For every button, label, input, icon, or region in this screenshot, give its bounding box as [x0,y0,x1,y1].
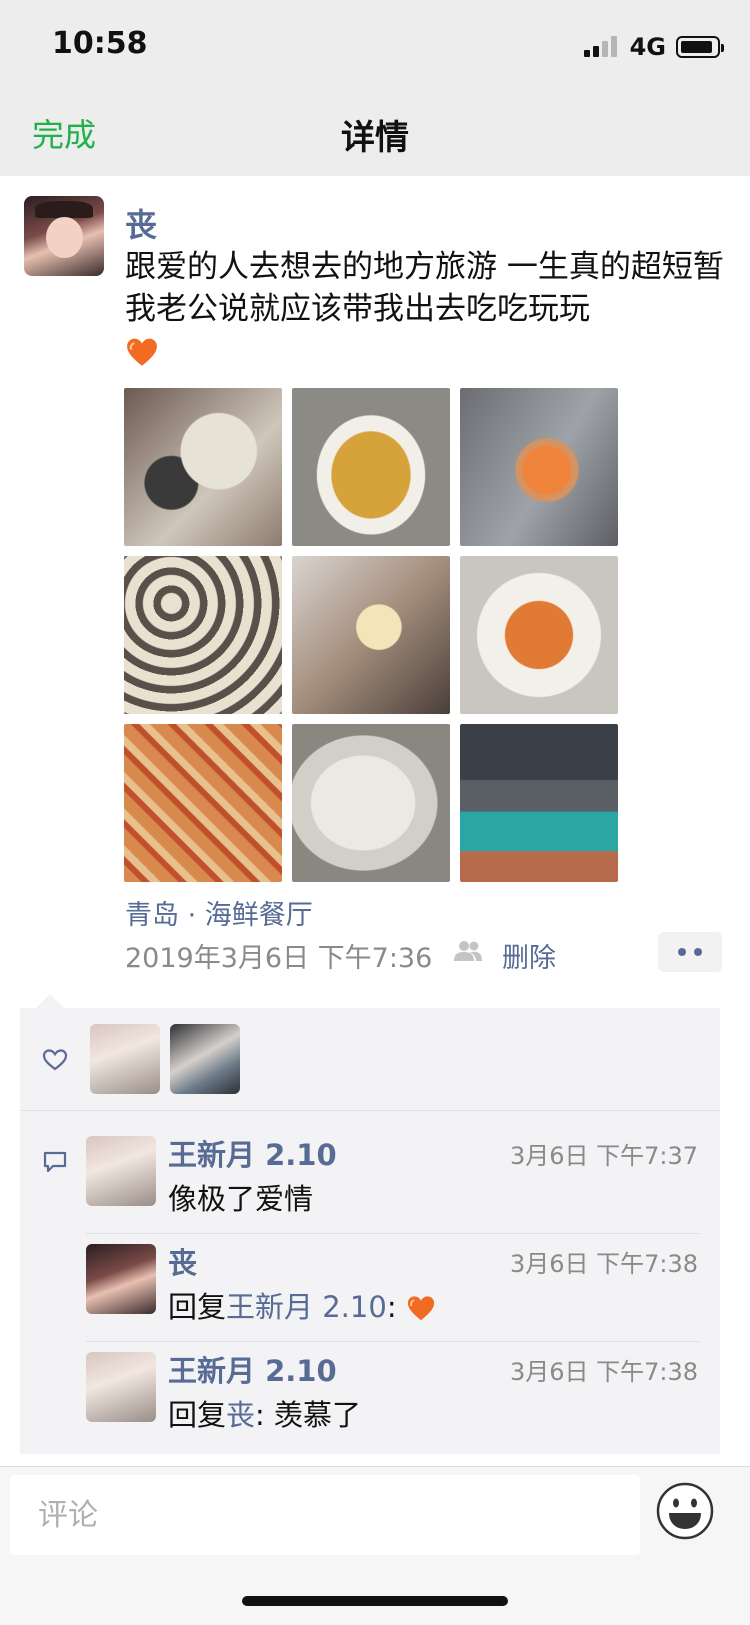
photo-grid [124,388,618,882]
reply-prefix: 回复 [168,1398,227,1432]
friends-icon [454,941,482,961]
comment-input[interactable] [10,1475,640,1555]
post-author-avatar[interactable] [24,196,104,276]
commenter-avatar[interactable] [86,1244,156,1314]
location-link[interactable]: 青岛 · 海鲜餐厅 [125,893,313,932]
more-options-button[interactable] [658,932,722,972]
commenter-name[interactable]: 丧 [168,1240,197,1282]
post-text: 跟爱的人去想去的地方旅游 一生真的超短暂 我老公说就应该带我出去吃吃玩玩 [125,246,725,372]
comment-time: 3月6日 下午7:38 [509,1250,698,1278]
photo-thumbnail[interactable] [124,556,282,714]
post-timestamp: 2019年3月6日 下午7:36 [125,943,433,974]
liker-avatar[interactable] [170,1024,240,1094]
photo-thumbnail[interactable] [460,724,618,882]
reply-target-name[interactable]: 王新月 2.10 [226,1290,387,1324]
comment-item[interactable]: 王新月 2.10 3月6日 下午7:37 像极了爱情 [20,1126,720,1234]
reply-prefix: 回复 [168,1290,227,1324]
likes-row [20,1008,720,1111]
ellipsis-icon [678,948,686,956]
nav-bar: 完成 详情 [0,90,750,176]
interaction-panel: 王新月 2.10 3月6日 下午7:37 像极了爱情 丧 3月6日 下午7:38… [20,1008,720,1454]
liker-avatar[interactable] [90,1024,160,1094]
reply-separator: : [386,1290,397,1324]
commenter-avatar[interactable] [86,1352,156,1422]
signal-icon [583,35,620,59]
comment-text: 回复丧: 羡慕了 [168,1392,361,1434]
photo-thumbnail[interactable] [460,556,618,714]
delete-button[interactable]: 删除 [502,936,556,975]
photo-thumbnail[interactable] [124,724,282,882]
comment-text: 像极了爱情 [168,1182,314,1216]
photo-thumbnail[interactable] [292,388,450,546]
status-bar: 10:58 4G [0,0,750,90]
comment-time: 3月6日 下午7:38 [509,1358,698,1386]
photo-thumbnail[interactable] [124,388,282,546]
post-author-name[interactable]: 丧 [125,200,157,246]
post-text-content: 跟爱的人去想去的地方旅游 一生真的超短暂 我老公说就应该带我出去吃吃玩玩 [125,249,724,327]
status-time: 10:58 [52,26,148,61]
network-label: 4G [629,33,666,61]
commenter-name[interactable]: 王新月 2.10 [168,1348,337,1390]
photo-thumbnail[interactable] [292,556,450,714]
commenter-name[interactable]: 王新月 2.10 [168,1132,337,1174]
comment-text: 回复王新月 2.10: [168,1284,436,1326]
commenter-avatar[interactable] [86,1136,156,1206]
heart-emoji-icon [127,338,157,366]
reply-text: 羡慕了 [274,1398,362,1432]
comment-item[interactable]: 丧 3月6日 下午7:38 回复王新月 2.10: [20,1234,720,1342]
page-title: 详情 [341,118,409,158]
reply-separator: : [255,1398,265,1432]
smiley-icon[interactable] [655,1481,715,1541]
reply-target-name[interactable]: 丧 [226,1398,255,1432]
comment-item[interactable]: 王新月 2.10 3月6日 下午7:38 回复丧: 羡慕了 [20,1342,720,1450]
panel-arrow [36,994,64,1008]
comment-time: 3月6日 下午7:37 [509,1142,698,1170]
home-indicator [242,1596,508,1606]
status-indicators: 4G [583,32,724,62]
heart-emoji-icon [407,1296,434,1321]
photo-thumbnail[interactable] [460,388,618,546]
battery-icon [676,36,724,58]
heart-outline-icon [42,1049,68,1071]
photo-thumbnail[interactable] [292,724,450,882]
